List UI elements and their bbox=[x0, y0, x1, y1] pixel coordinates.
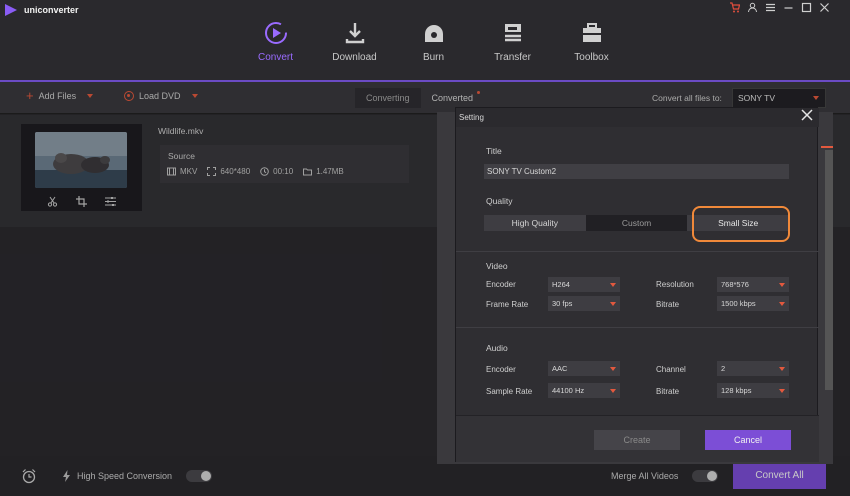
nav-transfer[interactable]: Transfer bbox=[473, 20, 552, 82]
audio-encoder-label: Encoder bbox=[486, 365, 516, 374]
video-encoder-select[interactable]: H264 bbox=[548, 277, 620, 292]
frame-rate-label: Frame Rate bbox=[486, 300, 529, 309]
nav-toolbox-label: Toolbox bbox=[574, 52, 609, 63]
video-encoder-label: Encoder bbox=[486, 280, 516, 289]
sample-rate-value: 44100 Hz bbox=[552, 386, 585, 395]
video-bitrate-value: 1500 kbps bbox=[721, 299, 756, 308]
frame-rate-value: 30 fps bbox=[552, 299, 573, 308]
transfer-icon bbox=[504, 24, 521, 42]
audio-encoder-value: AAC bbox=[552, 364, 568, 373]
sample-rate-select[interactable]: 44100 Hz bbox=[548, 383, 620, 398]
chevron-down-icon bbox=[779, 367, 785, 371]
quality-high-button[interactable]: High Quality bbox=[484, 215, 586, 231]
channel-label: Channel bbox=[656, 365, 686, 374]
nav-convert-label: Convert bbox=[257, 52, 293, 63]
dialog-body: Title SONY TV Custom2 Quality High Quali… bbox=[456, 127, 819, 413]
nav-convert[interactable]: Convert bbox=[224, 20, 327, 82]
quality-label: Quality bbox=[486, 196, 513, 206]
panel-accent-line bbox=[821, 146, 833, 148]
title-label: Title bbox=[486, 146, 502, 156]
app-logo-icon bbox=[5, 4, 17, 16]
chevron-down-icon bbox=[610, 367, 616, 371]
video-resolution-select[interactable]: 768*576 bbox=[717, 277, 789, 292]
frame-rate-select[interactable]: 30 fps bbox=[548, 296, 620, 311]
app-title: uniconverter bbox=[24, 5, 79, 15]
toolbox-icon bbox=[582, 23, 601, 42]
video-section-label: Video bbox=[486, 261, 508, 271]
dialog-footer: Create Cancel bbox=[456, 415, 819, 462]
chevron-down-icon bbox=[779, 302, 785, 306]
nav-download[interactable]: Download bbox=[315, 20, 394, 82]
quality-custom-button[interactable]: Custom bbox=[585, 215, 688, 231]
user-icon[interactable] bbox=[747, 2, 758, 17]
chevron-down-icon bbox=[610, 283, 616, 287]
audio-bitrate-select[interactable]: 128 kbps bbox=[717, 383, 789, 398]
panel-scrollbar[interactable] bbox=[825, 150, 833, 390]
chevron-down-icon bbox=[779, 283, 785, 287]
app-logo: uniconverter bbox=[4, 3, 79, 17]
dialog-close-icon[interactable] bbox=[800, 108, 814, 122]
download-icon bbox=[345, 23, 364, 44]
close-icon[interactable] bbox=[819, 2, 830, 17]
nav-burn-label: Burn bbox=[422, 52, 445, 63]
video-resolution-label: Resolution bbox=[656, 280, 694, 289]
nav-burn[interactable]: Burn bbox=[394, 20, 473, 82]
audio-bitrate-value: 128 kbps bbox=[721, 386, 752, 395]
video-resolution-value: 768*576 bbox=[721, 280, 749, 289]
nav-download-label: Download bbox=[332, 52, 377, 63]
main-nav: Convert Download Burn Transfer Toolbox bbox=[224, 20, 631, 82]
title-input[interactable]: SONY TV Custom2 bbox=[484, 164, 789, 179]
chevron-down-icon bbox=[779, 389, 785, 393]
audio-encoder-select[interactable]: AAC bbox=[548, 361, 620, 376]
channel-select[interactable]: 2 bbox=[717, 361, 789, 376]
sample-rate-label: Sample Rate bbox=[486, 387, 533, 396]
divider bbox=[456, 251, 819, 252]
chevron-down-icon bbox=[610, 302, 616, 306]
nav-transfer-label: Transfer bbox=[494, 52, 531, 63]
cancel-button[interactable]: Cancel bbox=[705, 430, 791, 450]
cart-icon[interactable] bbox=[729, 2, 741, 17]
create-button[interactable]: Create bbox=[594, 430, 680, 450]
video-encoder-value: H264 bbox=[552, 280, 570, 289]
video-bitrate-select[interactable]: 1500 kbps bbox=[717, 296, 789, 311]
audio-bitrate-label: Bitrate bbox=[656, 387, 680, 396]
maximize-icon[interactable] bbox=[801, 2, 812, 17]
video-bitrate-label: Bitrate bbox=[656, 300, 680, 309]
menu-icon[interactable] bbox=[765, 2, 776, 17]
title-bar: uniconverter Convert Download Burn Trans… bbox=[0, 0, 850, 82]
nav-toolbox[interactable]: Toolbox bbox=[552, 20, 631, 82]
channel-value: 2 bbox=[721, 364, 726, 373]
selection-highlight bbox=[692, 206, 790, 242]
convert-icon bbox=[264, 22, 287, 44]
minimize-icon[interactable] bbox=[783, 2, 794, 17]
audio-section-label: Audio bbox=[486, 343, 508, 353]
dialog-title: Setting bbox=[459, 113, 484, 122]
chevron-down-icon bbox=[610, 389, 616, 393]
setting-dialog: Setting Title SONY TV Custom2 Quality Hi… bbox=[455, 107, 819, 462]
divider bbox=[456, 327, 819, 328]
burn-icon bbox=[424, 25, 443, 42]
window-controls bbox=[729, 2, 830, 17]
dialog-header: Setting bbox=[456, 108, 819, 127]
